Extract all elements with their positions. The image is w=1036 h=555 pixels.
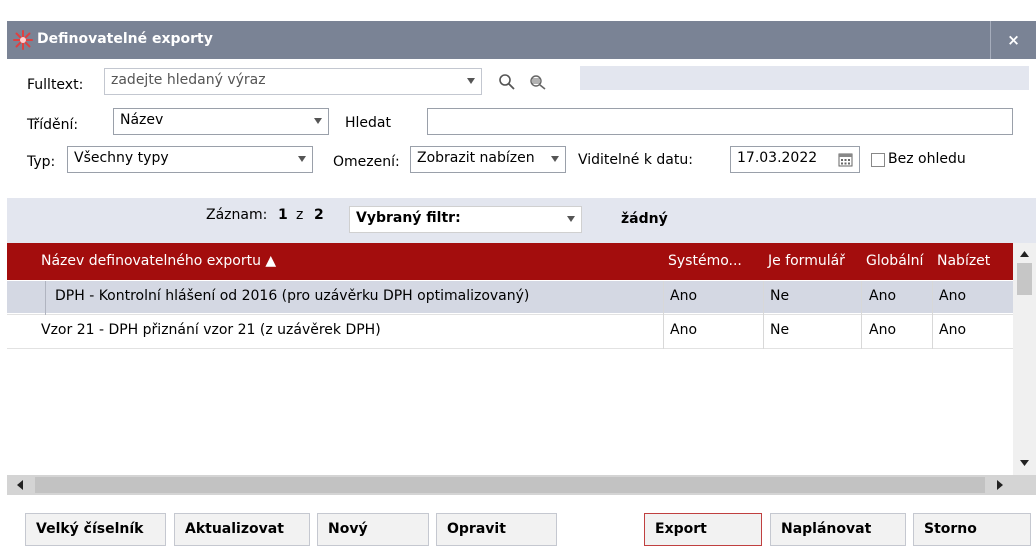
fulltext-dropdown-icon[interactable] <box>467 78 475 84</box>
ignore-date-label: Bez ohledu <box>888 151 966 167</box>
col-header-name[interactable]: Název definovatelného exportu ▲ <box>41 253 276 269</box>
record-current: 1 <box>278 207 288 223</box>
top-strip <box>0 0 1036 17</box>
row-global: Ano <box>869 288 897 304</box>
filter-band <box>580 66 1029 90</box>
row-form: Ne <box>770 322 790 338</box>
limit-dropdown-icon[interactable] <box>551 156 559 162</box>
col-header-form[interactable]: Je formulář <box>768 253 845 269</box>
edit-button[interactable]: Opravit <box>436 513 557 546</box>
type-label: Typ: <box>27 154 56 170</box>
grid-header: Název definovatelného exportu ▲ Systémo.… <box>7 243 1013 280</box>
column-divider <box>45 281 46 315</box>
table-row[interactable]: DPH - Kontrolní hlášení od 2016 (pro uzá… <box>7 281 1013 313</box>
schedule-button[interactable]: Naplánovat <box>770 513 906 546</box>
visible-date-input[interactable]: 17.03.2022 <box>730 146 860 173</box>
col-header-system[interactable]: Systémo... <box>668 253 742 269</box>
vertical-scrollbar[interactable] <box>1013 243 1036 475</box>
row-name: Vzor 21 - DPH přiznání vzor 21 (z uzávěr… <box>41 322 381 338</box>
big-codebook-button[interactable]: Velký číselník <box>25 513 166 546</box>
fulltext-input[interactable]: zadejte hledaný výraz <box>104 68 482 95</box>
search-label: Hledat <box>345 115 391 131</box>
record-label: Záznam: <box>206 207 268 223</box>
column-divider <box>763 281 764 349</box>
horizontal-scroll-thumb[interactable] <box>35 477 985 493</box>
filter-select[interactable]: Vybraný filtr: <box>349 206 582 233</box>
row-system: Ano <box>670 288 698 304</box>
calendar-icon[interactable] <box>838 152 853 167</box>
fulltext-label: Fulltext: <box>27 77 84 93</box>
sort-label: Třídění: <box>27 117 79 133</box>
filter-dropdown-icon[interactable] <box>567 216 575 222</box>
scroll-left-icon[interactable] <box>11 475 31 495</box>
column-divider <box>861 281 862 349</box>
new-button[interactable]: Nový <box>317 513 429 546</box>
filter-value: žádný <box>621 211 668 227</box>
row-divider <box>7 314 1013 315</box>
row-offer: Ano <box>939 288 967 304</box>
type-select[interactable]: Všechny typy <box>67 146 313 173</box>
sort-dropdown-icon[interactable] <box>314 118 322 124</box>
vertical-scroll-thumb[interactable] <box>1017 263 1032 295</box>
close-button[interactable]: × <box>990 21 1036 59</box>
horizontal-scrollbar[interactable] <box>7 475 1013 495</box>
limit-select[interactable]: Zobrazit nabízen <box>410 146 566 173</box>
scroll-down-icon[interactable] <box>1013 456 1036 470</box>
scroll-corner <box>1013 475 1036 495</box>
row-form: Ne <box>770 288 790 304</box>
search-field[interactable] <box>427 108 1013 135</box>
cancel-button[interactable]: Storno <box>913 513 1031 546</box>
row-offer: Ano <box>939 322 967 338</box>
table-row[interactable]: Vzor 21 - DPH přiznání vzor 21 (z uzávěr… <box>7 315 1013 347</box>
row-name: DPH - Kontrolní hlášení od 2016 (pro uzá… <box>55 288 530 304</box>
window-title: Definovatelné exporty <box>37 31 213 47</box>
row-global: Ano <box>869 322 897 338</box>
type-dropdown-icon[interactable] <box>298 156 306 162</box>
row-system: Ano <box>670 322 698 338</box>
advanced-search-icon[interactable] <box>528 73 548 91</box>
limit-label: Omezení: <box>333 154 400 170</box>
visible-date-label: Viditelné k datu: <box>578 152 693 168</box>
scroll-up-icon[interactable] <box>1013 247 1036 261</box>
record-of: z <box>296 207 304 223</box>
row-divider <box>7 348 1013 349</box>
refresh-button[interactable]: Aktualizovat <box>174 513 310 546</box>
record-total: 2 <box>314 207 324 223</box>
export-grid: Název definovatelného exportu ▲ Systémo.… <box>7 243 1036 533</box>
app-logo-icon <box>13 30 33 50</box>
column-divider <box>663 281 664 349</box>
search-icon[interactable] <box>498 73 516 91</box>
sort-select[interactable]: Název <box>113 108 329 135</box>
ignore-date-checkbox[interactable] <box>871 153 885 167</box>
col-header-global[interactable]: Globální <box>866 253 923 269</box>
title-bar: Definovatelné exporty × <box>7 21 1036 59</box>
column-divider <box>932 281 933 349</box>
col-header-offer[interactable]: Nabízet <box>937 253 990 269</box>
export-button[interactable]: Export <box>644 513 762 546</box>
scroll-right-icon[interactable] <box>989 475 1009 495</box>
